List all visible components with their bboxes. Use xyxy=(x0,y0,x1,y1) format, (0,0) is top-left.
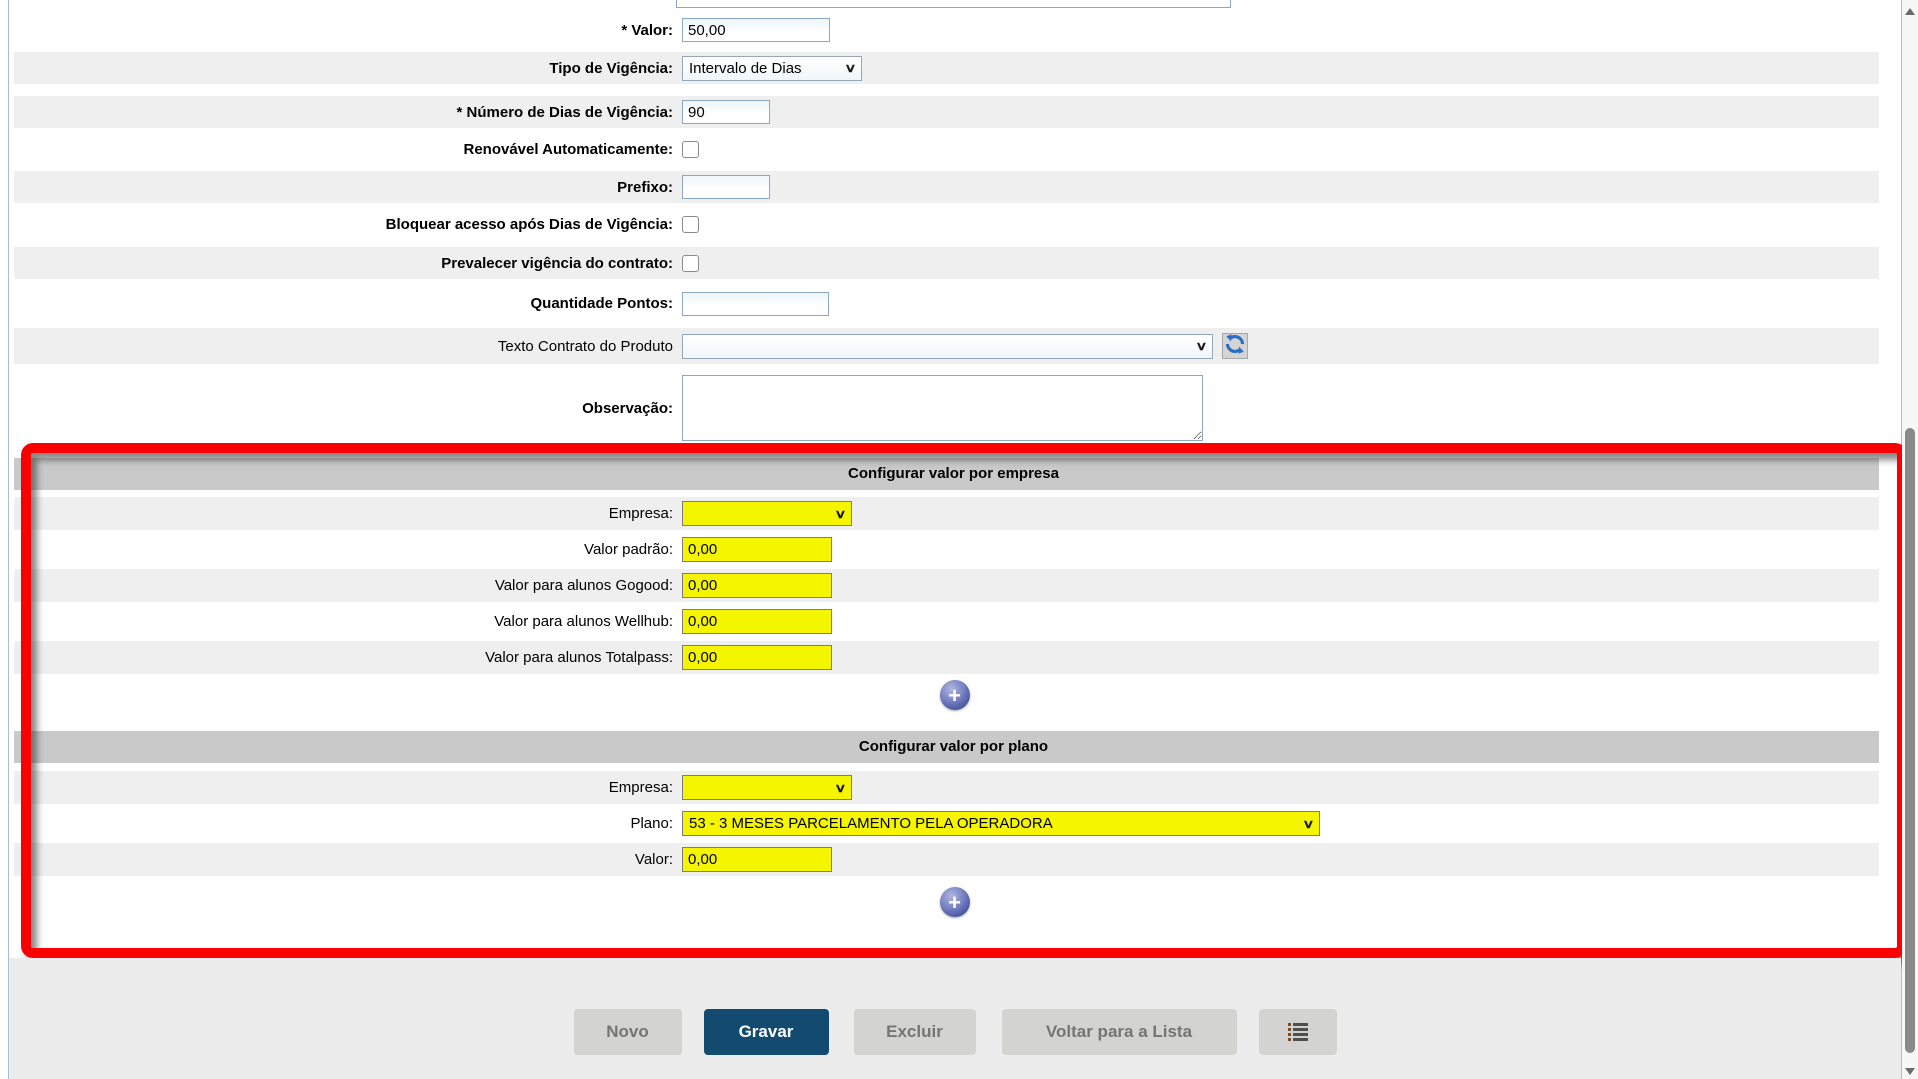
bloquear-checkbox[interactable] xyxy=(682,216,699,233)
add-plano-value-button[interactable]: + xyxy=(940,887,970,917)
empresa-select[interactable]: ∨ xyxy=(682,501,852,526)
numero-dias-label: * Número de Dias de Vigência: xyxy=(14,104,673,121)
bloquear-label: Bloquear acesso após Dias de Vigência: xyxy=(14,216,673,233)
row-plano-empresa: Empresa: ∨ xyxy=(14,771,1879,804)
valor-label: * Valor: xyxy=(14,22,673,39)
plano-select-value: 53 - 3 MESES PARCELAMENTO PELA OPERADORA xyxy=(689,815,1053,832)
tipo-vigencia-label: Tipo de Vigência: xyxy=(14,60,673,77)
texto-contrato-label: Texto Contrato do Produto xyxy=(14,338,673,355)
plus-icon: + xyxy=(948,890,961,915)
excluir-button[interactable]: Excluir xyxy=(854,1009,976,1055)
row-plano-valor: Valor: xyxy=(14,843,1879,876)
chevron-down-icon: ∨ xyxy=(844,61,856,75)
valor-totalpass-label: Valor para alunos Totalpass: xyxy=(14,649,673,666)
prevalecer-label: Prevalecer vigência do contrato: xyxy=(14,255,673,272)
footer-bar: Novo Gravar Excluir Voltar para a Lista xyxy=(9,958,1901,1079)
quantidade-pontos-label: Quantidade Pontos: xyxy=(14,295,673,312)
valor-padrao-label: Valor padrão: xyxy=(14,541,673,558)
valor-totalpass-input[interactable] xyxy=(682,645,832,670)
renovavel-checkbox[interactable] xyxy=(682,141,699,158)
chevron-down-icon: ∨ xyxy=(1195,339,1207,353)
plano-select[interactable]: 53 - 3 MESES PARCELAMENTO PELA OPERADORA… xyxy=(682,811,1320,836)
row-valor-padrao: Valor padrão: xyxy=(14,533,1879,566)
row-quantidade-pontos: Quantidade Pontos: xyxy=(14,287,1879,320)
row-valor: * Valor: xyxy=(14,14,1879,46)
row-add-plano: + xyxy=(14,887,1879,917)
row-valor-totalpass: Valor para alunos Totalpass: xyxy=(14,641,1879,674)
valor-padrao-input[interactable] xyxy=(682,537,832,562)
valor-gogood-label: Valor para alunos Gogood: xyxy=(14,577,673,594)
section-header-plano: Configurar valor por plano xyxy=(14,731,1879,763)
valor-wellhub-input[interactable] xyxy=(682,609,832,634)
valor-wellhub-label: Valor para alunos Wellhub: xyxy=(14,613,673,630)
scrollbar-thumb[interactable] xyxy=(1905,428,1915,1053)
plano-empresa-select[interactable]: ∨ xyxy=(682,775,852,800)
row-add-empresa: + xyxy=(14,680,1879,710)
scroll-down-arrow-icon[interactable] xyxy=(1905,1068,1915,1075)
prefixo-label: Prefixo: xyxy=(14,179,673,196)
row-renovavel: Renovável Automaticamente: xyxy=(14,133,1879,165)
empresa-label: Empresa: xyxy=(14,505,673,522)
quantidade-pontos-input[interactable] xyxy=(682,292,829,316)
plano-empresa-label: Empresa: xyxy=(14,779,673,796)
voltar-para-lista-button[interactable]: Voltar para a Lista xyxy=(1002,1009,1237,1055)
renovavel-label: Renovável Automaticamente: xyxy=(14,141,673,158)
prefixo-input[interactable] xyxy=(682,175,770,199)
plus-icon: + xyxy=(948,683,961,708)
plano-valor-input[interactable] xyxy=(682,847,832,872)
observacao-textarea[interactable] xyxy=(682,375,1203,441)
plano-label: Plano: xyxy=(14,815,673,832)
row-texto-contrato: Texto Contrato do Produto ∨ xyxy=(14,328,1879,364)
texto-contrato-select[interactable]: ∨ xyxy=(682,334,1213,359)
plano-valor-label: Valor: xyxy=(14,851,673,868)
content-page: * Valor: Tipo de Vigência: Intervalo de … xyxy=(8,0,1902,1079)
row-numero-dias: * Número de Dias de Vigência: xyxy=(14,96,1879,128)
row-valor-gogood: Valor para alunos Gogood: xyxy=(14,569,1879,602)
refresh-icon xyxy=(1224,333,1246,359)
vertical-scrollbar[interactable] xyxy=(1902,0,1918,1079)
row-valor-wellhub: Valor para alunos Wellhub: xyxy=(14,605,1879,638)
prevalecer-checkbox[interactable] xyxy=(682,255,699,272)
list-view-button[interactable] xyxy=(1259,1009,1337,1055)
valor-gogood-input[interactable] xyxy=(682,573,832,598)
valor-input[interactable] xyxy=(682,18,830,42)
tipo-vigencia-select[interactable]: Intervalo de Dias ∨ xyxy=(682,56,862,81)
row-prefixo: Prefixo: xyxy=(14,171,1879,203)
chevron-down-icon: ∨ xyxy=(834,507,846,521)
scroll-up-arrow-icon[interactable] xyxy=(1905,8,1915,15)
row-empresa-empresa: Empresa: ∨ xyxy=(14,497,1879,530)
novo-button[interactable]: Novo xyxy=(574,1009,682,1055)
row-plano: Plano: 53 - 3 MESES PARCELAMENTO PELA OP… xyxy=(14,807,1879,840)
chevron-down-icon: ∨ xyxy=(1302,817,1314,831)
list-icon xyxy=(1288,1023,1308,1041)
cutoff-top-input[interactable] xyxy=(676,0,1231,8)
refresh-button[interactable] xyxy=(1222,333,1248,359)
add-empresa-value-button[interactable]: + xyxy=(940,680,970,710)
footer-buttons: Novo Gravar Excluir Voltar para a Lista xyxy=(9,1009,1901,1055)
tipo-vigencia-select-value: Intervalo de Dias xyxy=(689,60,802,77)
chevron-down-icon: ∨ xyxy=(834,781,846,795)
gravar-button[interactable]: Gravar xyxy=(704,1009,829,1055)
row-observacao: Observação: xyxy=(14,370,1879,446)
row-tipo-vigencia: Tipo de Vigência: Intervalo de Dias ∨ xyxy=(14,52,1879,84)
row-prevalecer: Prevalecer vigência do contrato: xyxy=(14,247,1879,279)
section-header-empresa: Configurar valor por empresa xyxy=(14,458,1879,490)
observacao-label: Observação: xyxy=(14,400,673,417)
row-bloquear: Bloquear acesso após Dias de Vigência: xyxy=(14,208,1879,240)
numero-dias-input[interactable] xyxy=(682,100,770,124)
